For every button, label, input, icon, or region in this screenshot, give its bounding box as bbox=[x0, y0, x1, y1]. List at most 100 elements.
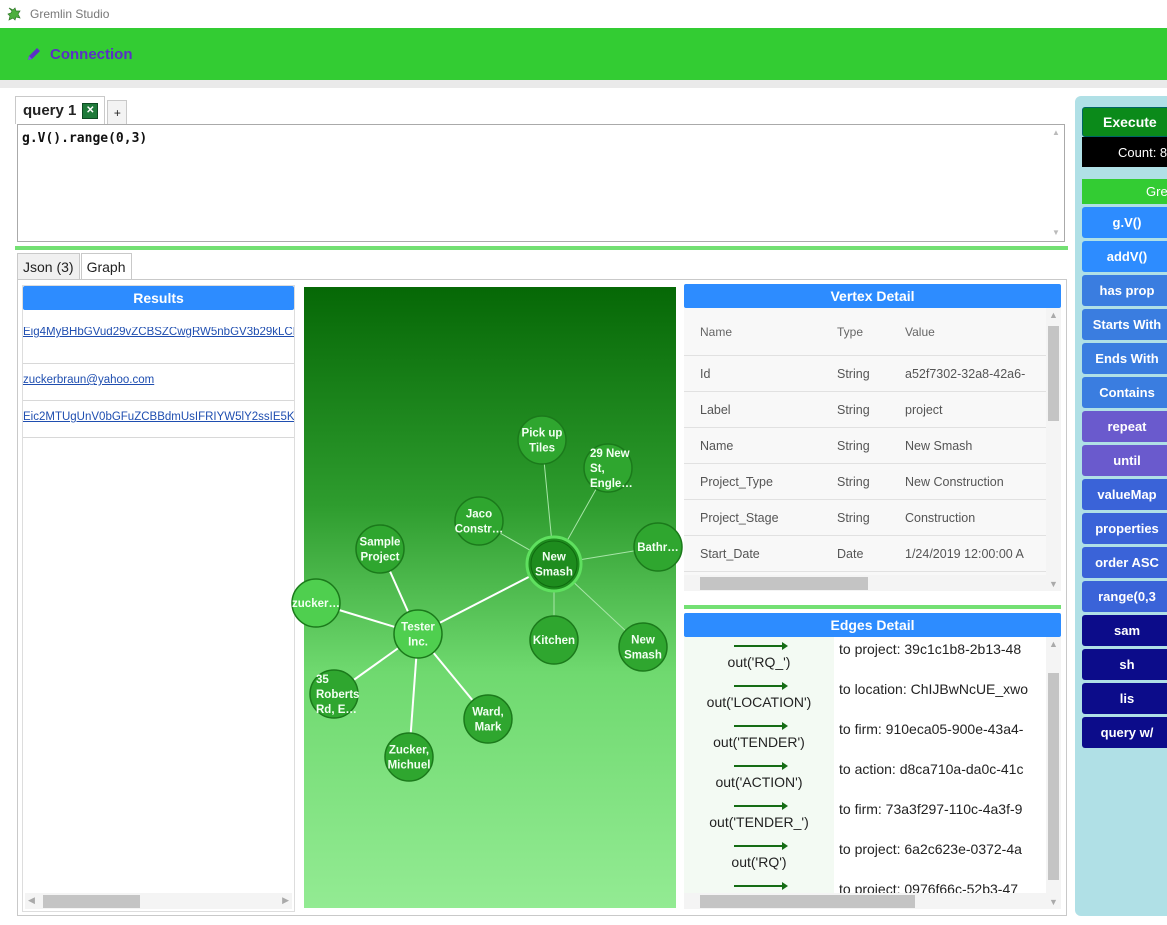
graph-canvas[interactable]: Pick up Tiles 29 New St, Engle… Jaco Constr… Ne… bbox=[291, 287, 683, 908]
edge-target[interactable]: to firm: 73a3f297-110c-4a3f-9 bbox=[839, 801, 1022, 817]
edge-row[interactable]: out('RQ') to project: 6a2c623e-0372-4a bbox=[684, 837, 1046, 877]
vertex-vscrollbar[interactable]: ▲ ▼ bbox=[1046, 308, 1061, 591]
gremlin-button[interactable]: valueMap bbox=[1082, 479, 1167, 510]
graph-node-circle[interactable] bbox=[393, 609, 443, 659]
gremlin-button[interactable]: properties bbox=[1082, 513, 1167, 544]
gremlin-button[interactable]: lis bbox=[1082, 683, 1167, 714]
gremlin-button[interactable]: order ASC bbox=[1082, 547, 1167, 578]
gremlin-button[interactable]: has prop bbox=[1082, 275, 1167, 306]
edge-target[interactable]: to location: ChIJBwNcUE_xwo bbox=[839, 681, 1028, 697]
result-link-2[interactable]: zuckerbraun@yahoo.com bbox=[23, 364, 294, 401]
scroll-thumb[interactable] bbox=[700, 577, 868, 590]
query-editor[interactable]: g.V().range(0,3) ▲ ▼ bbox=[17, 124, 1065, 242]
header-divider bbox=[0, 80, 1167, 88]
edge-row[interactable]: out('RQ_') to project: 39c1c1b8-2b13-48 bbox=[684, 637, 1046, 677]
vertex-hscrollbar[interactable] bbox=[684, 575, 1046, 591]
edge-row[interactable]: out('LOCATION') to location: ChIJBwNcUE_x… bbox=[684, 677, 1046, 717]
graph-node[interactable]: Tester Inc. bbox=[393, 609, 443, 659]
gremlin-button[interactable]: sh bbox=[1082, 649, 1167, 680]
gremlin-button[interactable]: Ends With bbox=[1082, 343, 1167, 374]
detail-splitter[interactable] bbox=[684, 605, 1061, 609]
scroll-down-icon[interactable]: ▼ bbox=[1049, 579, 1058, 589]
gremlin-button[interactable]: until bbox=[1082, 445, 1167, 476]
graph-node[interactable]: Zucker, Michuel bbox=[384, 732, 434, 782]
result-link-3[interactable]: Eic2MTUgUnV0bGFuZCBBdmUsIFRIYW5lY2ssIE5K… bbox=[23, 401, 294, 438]
tab-query-1[interactable]: query 1 ✕ bbox=[15, 96, 106, 124]
graph-node-circle[interactable] bbox=[384, 732, 434, 782]
gremlin-button[interactable]: addV() bbox=[1082, 241, 1167, 272]
scroll-left-icon[interactable]: ◀ bbox=[28, 895, 35, 906]
gremlin-button[interactable]: g.V() bbox=[1082, 207, 1167, 238]
graph-node[interactable]: Sample Project bbox=[355, 524, 405, 574]
graph-node-circle[interactable] bbox=[454, 496, 504, 546]
edges-hscrollbar[interactable] bbox=[684, 893, 1046, 909]
scroll-right-icon[interactable]: ▶ bbox=[282, 895, 289, 906]
edge-row[interactable]: out('RQ') to project: 0976f66c-52b3-47 bbox=[684, 877, 1046, 893]
edge-target[interactable]: to firm: 910eca05-900e-43a4- bbox=[839, 721, 1023, 737]
scroll-thumb[interactable] bbox=[700, 895, 915, 908]
edge-label: out('ACTION') bbox=[715, 774, 803, 790]
connection-label: Connection bbox=[50, 45, 133, 63]
gremlin-section-header: Gre bbox=[1082, 179, 1167, 204]
scroll-down-icon[interactable]: ▼ bbox=[1050, 227, 1062, 239]
graph-node-circle[interactable] bbox=[618, 622, 668, 672]
col-name-header: Name bbox=[700, 324, 733, 339]
scroll-up-icon[interactable]: ▲ bbox=[1050, 127, 1062, 139]
graph-node[interactable]: New Smash bbox=[618, 622, 668, 672]
editor-scrollbar[interactable]: ▲ ▼ bbox=[1050, 127, 1062, 239]
edge-target[interactable]: to project: 0976f66c-52b3-47 bbox=[839, 881, 1018, 893]
graph-node[interactable]: zucker… bbox=[291, 578, 341, 628]
connection-button[interactable]: Connection bbox=[26, 46, 133, 63]
graph-node[interactable]: Bathr… bbox=[633, 522, 683, 572]
scroll-down-icon[interactable]: ▼ bbox=[1049, 897, 1058, 907]
vertex-prop-name: Project_Stage bbox=[700, 510, 779, 525]
gremlin-button[interactable]: Starts With bbox=[1082, 309, 1167, 340]
scroll-up-icon[interactable]: ▲ bbox=[1049, 310, 1058, 320]
result-link-1[interactable]: Eig4MyBHbGVud29vZCBSZCwgRW5nbGV3b29kLCB bbox=[23, 327, 294, 364]
query-text[interactable]: g.V().range(0,3) bbox=[22, 131, 147, 146]
scroll-thumb[interactable] bbox=[1048, 326, 1059, 421]
gremlin-button[interactable]: range(0,3 bbox=[1082, 581, 1167, 612]
editor-splitter[interactable] bbox=[15, 246, 1068, 250]
tab-json[interactable]: Json (3) bbox=[17, 253, 80, 279]
query-tabs: query 1 ✕ + bbox=[15, 96, 128, 124]
graph-node-circle[interactable] bbox=[517, 415, 567, 465]
edge-row[interactable]: out('ACTION') to action: d8ca710a-da0c-41… bbox=[684, 757, 1046, 797]
graph-node[interactable]: 35 Roberts Rd, E… bbox=[309, 669, 359, 719]
gremlin-button[interactable]: repeat bbox=[1082, 411, 1167, 442]
vertex-prop-type: Date bbox=[837, 546, 864, 561]
gremlin-button[interactable]: Contains bbox=[1082, 377, 1167, 408]
edges-vscrollbar[interactable]: ▲ ▼ bbox=[1046, 637, 1061, 909]
execute-button[interactable]: Execute bbox=[1082, 107, 1167, 137]
edge-target[interactable]: to project: 39c1c1b8-2b13-48 bbox=[839, 641, 1021, 657]
tab-graph[interactable]: Graph bbox=[80, 253, 132, 280]
edge-target[interactable]: to project: 6a2c623e-0372-4a bbox=[839, 841, 1022, 857]
scroll-thumb[interactable] bbox=[43, 895, 140, 908]
edge-direction-cell: out('LOCATION') bbox=[684, 677, 834, 717]
add-tab-button[interactable]: + bbox=[107, 100, 128, 124]
graph-svg[interactable]: Pick up Tiles 29 New St, Engle… Jaco Constr… Ne… bbox=[291, 287, 683, 908]
graph-node-circle[interactable] bbox=[525, 535, 583, 593]
close-tab-icon[interactable]: ✕ bbox=[82, 102, 99, 119]
gremlin-button[interactable]: sam bbox=[1082, 615, 1167, 646]
edge-target[interactable]: to action: d8ca710a-da0c-41c bbox=[839, 761, 1023, 777]
edge-row[interactable]: out('TENDER_') to firm: 73a3f297-110c-4a3… bbox=[684, 797, 1046, 837]
vertex-prop-type: String bbox=[837, 510, 870, 525]
scroll-up-icon[interactable]: ▲ bbox=[1049, 639, 1058, 649]
graph-node[interactable]: 29 New St, Engle… bbox=[583, 443, 633, 493]
graph-node-circle[interactable] bbox=[463, 694, 513, 744]
graph-node[interactable]: Jaco Constr… bbox=[454, 496, 504, 546]
graph-node-circle[interactable] bbox=[355, 524, 405, 574]
vertex-prop-name: Start_Date bbox=[700, 546, 760, 561]
edge-row[interactable]: out('TENDER') to firm: 910eca05-900e-43a4… bbox=[684, 717, 1046, 757]
graph-node[interactable]: Kitchen bbox=[529, 615, 579, 665]
graph-node[interactable]: Ward, Mark bbox=[463, 694, 513, 744]
vertex-table-header: Name Type Value bbox=[684, 308, 1046, 356]
vertex-row: Id String a52f7302-32a8-42a6- bbox=[684, 356, 1046, 392]
gremlin-button[interactable]: query w/ bbox=[1082, 717, 1167, 748]
graph-node[interactable]: Pick up Tiles bbox=[517, 415, 567, 465]
results-hscrollbar[interactable]: ◀ ▶ bbox=[25, 893, 292, 909]
graph-node[interactable]: New Smash bbox=[525, 535, 583, 593]
result-tabs: Json (3) Graph bbox=[17, 253, 133, 280]
scroll-thumb[interactable] bbox=[1048, 673, 1059, 880]
